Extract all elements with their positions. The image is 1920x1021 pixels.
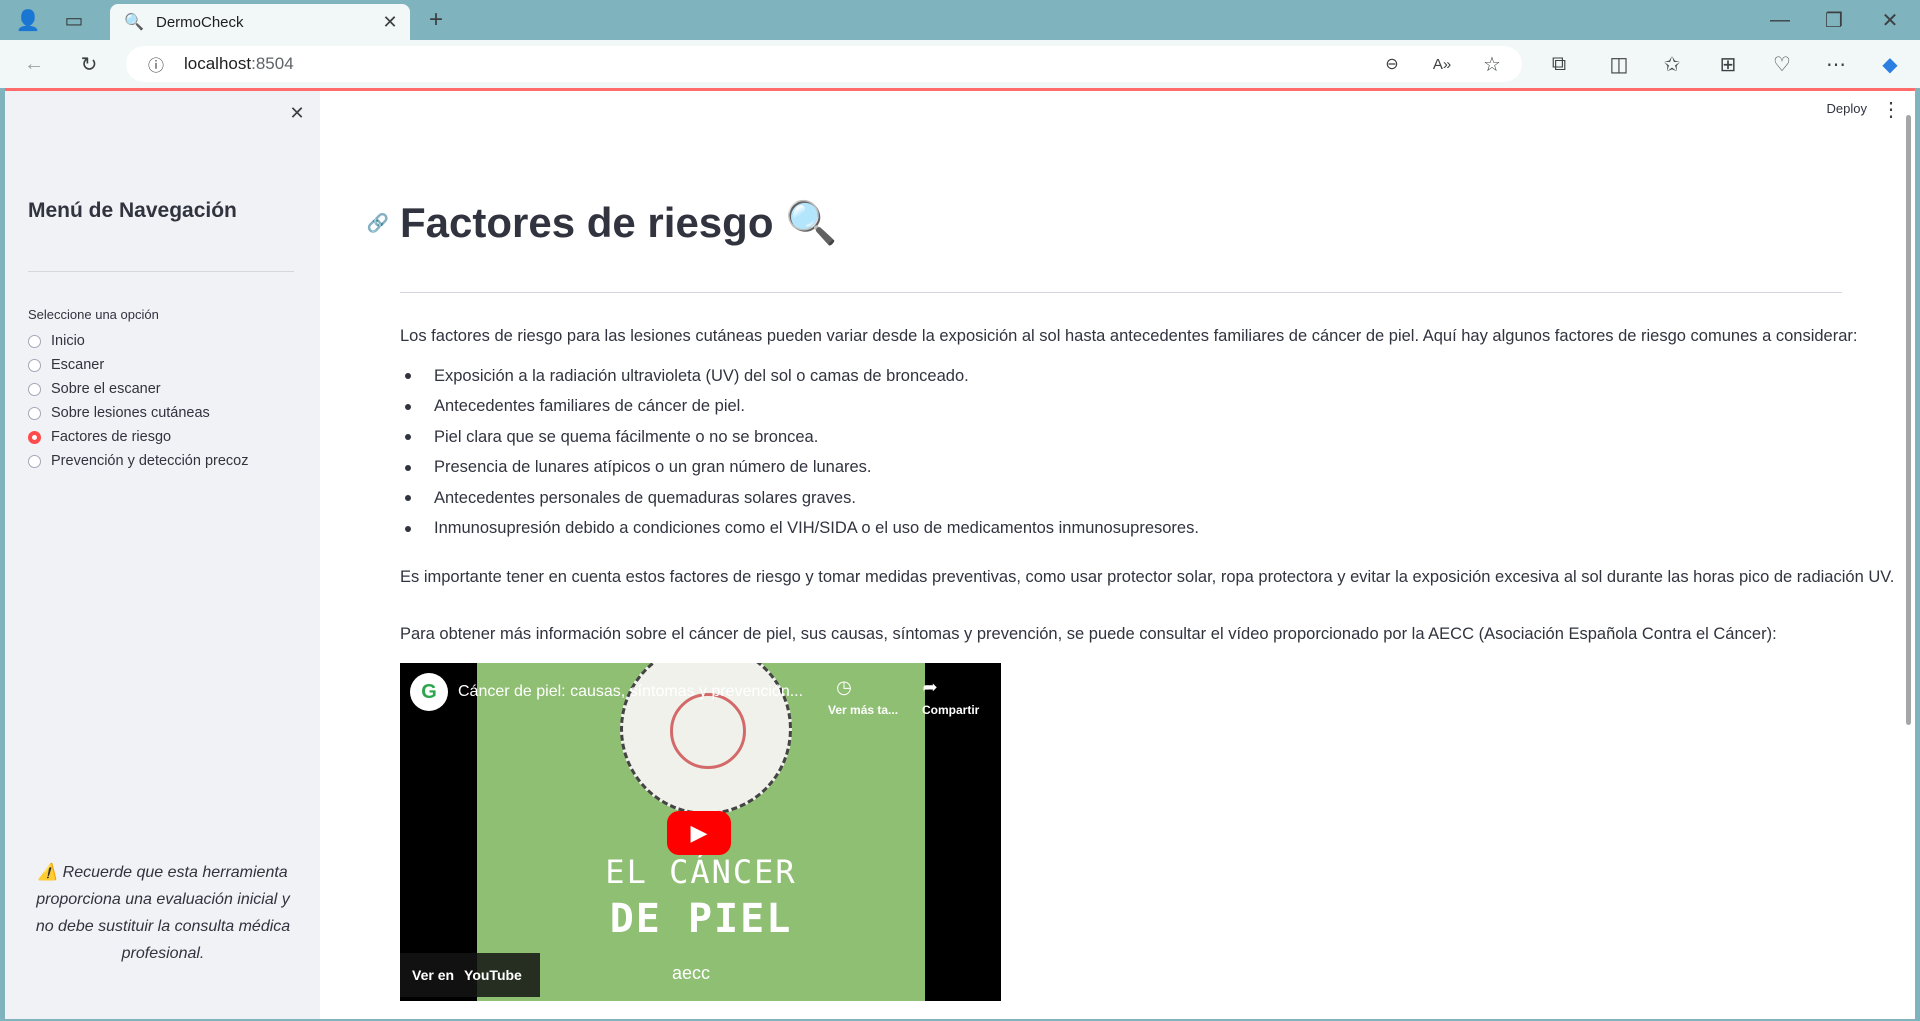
thumbnail-text-1: EL CÁNCER bbox=[605, 853, 797, 891]
radio-button[interactable] bbox=[28, 454, 41, 468]
watch-on-label: Ver en bbox=[412, 967, 455, 983]
restore-icon[interactable]: ❐ bbox=[1818, 4, 1850, 36]
radio-label: Sobre lesiones cutáneas bbox=[51, 405, 210, 421]
minimize-icon[interactable]: — bbox=[1764, 4, 1796, 36]
back-icon[interactable]: ← bbox=[18, 48, 50, 80]
radio-label: Sobre el escaner bbox=[51, 381, 161, 397]
radio-option-prevencion[interactable]: Prevención y detección precoz bbox=[28, 453, 248, 469]
virus-illustration bbox=[670, 693, 746, 769]
intro-paragraph: Los factores de riesgo para las lesiones… bbox=[400, 327, 1858, 345]
collections-icon[interactable]: ⊞ bbox=[1712, 48, 1744, 80]
browser-tab[interactable]: 🔍 DermoCheck ✕ bbox=[110, 4, 410, 40]
radio-group-label: Seleccione una opción bbox=[28, 307, 159, 322]
youtube-logo: YouTube bbox=[464, 967, 522, 983]
zoom-icon[interactable]: ⊖ bbox=[1376, 48, 1408, 80]
copilot-icon[interactable]: ◆ bbox=[1874, 48, 1906, 80]
radio-label: Prevención y detección precoz bbox=[51, 453, 249, 469]
title-divider bbox=[400, 292, 1842, 293]
app-menu-icon[interactable]: ⋮ bbox=[1875, 93, 1907, 125]
radio-button-selected[interactable] bbox=[28, 430, 41, 444]
url-port: :8504 bbox=[251, 54, 294, 73]
disclaimer-note: ⚠️ Recuerde que esta herramienta proporc… bbox=[35, 864, 291, 962]
list-item-text: Presencia de lunares atípicos o un gran … bbox=[434, 458, 872, 477]
radio-option-sobre-lesiones[interactable]: Sobre lesiones cutáneas bbox=[28, 405, 210, 421]
radio-button[interactable] bbox=[28, 406, 41, 420]
list-item: Presencia de lunares atípicos o un gran … bbox=[400, 453, 1199, 484]
radio-label: Factores de riesgo bbox=[51, 429, 172, 445]
radio-option-inicio[interactable]: Inicio bbox=[28, 333, 85, 349]
page-title: Factores de riesgo 🔍 bbox=[400, 199, 838, 246]
search-icon: 🔍 bbox=[124, 14, 144, 31]
list-item: Antecedentes personales de quemaduras so… bbox=[400, 483, 1199, 514]
anchor-link-icon[interactable]: 🔗 bbox=[362, 208, 394, 240]
favorite-star-icon[interactable]: ☆ bbox=[1476, 48, 1508, 80]
list-item-text: Piel clara que se quema fácilmente o no … bbox=[434, 427, 819, 446]
radio-option-sobre-el-escaner[interactable]: Sobre el escaner bbox=[28, 381, 161, 397]
watch-later-label[interactable]: Ver más ta... bbox=[828, 703, 898, 717]
list-item-text: Antecedentes personales de quemaduras so… bbox=[434, 488, 856, 507]
aecc-logo-text: aecc bbox=[672, 963, 711, 983]
video-title[interactable]: Cáncer de piel: causas, síntomas y preve… bbox=[458, 683, 803, 701]
tab-title: DermoCheck bbox=[156, 13, 244, 31]
clock-icon[interactable]: ◷ bbox=[828, 671, 860, 703]
sidebar-title: Menú de Navegación bbox=[28, 199, 237, 222]
favorites-icon[interactable]: ✩ bbox=[1656, 48, 1688, 80]
close-tab-icon[interactable]: ✕ bbox=[374, 6, 406, 38]
youtube-video-embed[interactable]: EL CÁNCER DE PIEL aecc G Cáncer de piel:… bbox=[400, 663, 1001, 1001]
list-item-text: Inmunosupresión debido a condiciones com… bbox=[434, 519, 1199, 538]
channel-avatar[interactable]: G bbox=[410, 673, 448, 711]
play-button[interactable]: ▶ bbox=[667, 811, 731, 855]
video-intro-paragraph: Para obtener más información sobre el cá… bbox=[400, 625, 1777, 643]
list-item-text: Exposición a la radiación ultravioleta (… bbox=[434, 366, 969, 385]
share-label[interactable]: Compartir bbox=[922, 703, 979, 717]
close-window-icon[interactable]: ✕ bbox=[1874, 4, 1906, 36]
radio-label: Inicio bbox=[51, 333, 85, 349]
radio-label: Escaner bbox=[51, 357, 105, 373]
radio-button[interactable] bbox=[28, 358, 41, 372]
radio-button[interactable] bbox=[28, 334, 41, 348]
profile-icon[interactable]: 👤 bbox=[12, 4, 44, 36]
sidebar-divider bbox=[28, 271, 294, 272]
page-heading: 🔗 Factores de riesgo 🔍 bbox=[362, 199, 838, 248]
browser-toolbar: ← ↻ ⓘ localhost:8504 ⊖ A» ☆ ⧉ ◫ ✩ ⊞ ♡ ⋯ … bbox=[0, 40, 1920, 88]
read-aloud-icon[interactable]: A» bbox=[1426, 48, 1458, 80]
close-sidebar-icon[interactable]: ✕ bbox=[281, 97, 313, 129]
tab-actions-icon[interactable]: ▭ bbox=[58, 4, 90, 36]
url-host: localhost bbox=[184, 54, 252, 73]
radio-button[interactable] bbox=[28, 382, 41, 396]
radio-option-escaner[interactable]: Escaner bbox=[28, 357, 104, 373]
play-icon: ▶ bbox=[690, 820, 708, 845]
list-item: Antecedentes familiares de cáncer de pie… bbox=[400, 392, 1199, 423]
share-icon[interactable]: ➦ bbox=[914, 671, 946, 703]
url-text: localhost:8504 bbox=[184, 54, 294, 74]
browser-titlebar: 👤 ▭ 🔍 DermoCheck ✕ + — ❐ ✕ bbox=[0, 0, 1920, 40]
prevention-paragraph: Es importante tener en cuenta estos fact… bbox=[400, 568, 1895, 586]
deploy-button[interactable]: Deploy bbox=[1827, 101, 1867, 116]
site-info-icon[interactable]: ⓘ bbox=[140, 48, 172, 80]
list-item: Piel clara que se quema fácilmente o no … bbox=[400, 422, 1199, 453]
new-tab-icon[interactable]: + bbox=[420, 4, 452, 36]
radio-option-factores-de-riesgo[interactable]: Factores de riesgo bbox=[28, 429, 171, 445]
refresh-icon[interactable]: ↻ bbox=[73, 48, 105, 80]
more-menu-icon[interactable]: ⋯ bbox=[1820, 48, 1852, 80]
health-icon[interactable]: ♡ bbox=[1766, 48, 1798, 80]
risk-factor-list: Exposición a la radiación ultravioleta (… bbox=[400, 361, 1199, 544]
list-item: Exposición a la radiación ultravioleta (… bbox=[400, 361, 1199, 392]
address-bar[interactable]: ⓘ localhost:8504 ⊖ A» ☆ bbox=[126, 46, 1522, 82]
main-content: Deploy ⋮ 🔗 Factores de riesgo 🔍 Los fact… bbox=[320, 91, 1915, 1019]
split-screen-icon[interactable]: ◫ bbox=[1603, 48, 1635, 80]
page-viewport: ✕ Menú de Navegación Seleccione una opci… bbox=[5, 88, 1915, 1019]
extensions-icon[interactable]: ⧉ bbox=[1543, 48, 1575, 80]
page-scrollbar[interactable] bbox=[1906, 115, 1911, 725]
list-item-text: Antecedentes familiares de cáncer de pie… bbox=[434, 397, 745, 416]
watch-on-youtube[interactable]: Ver en YouTube bbox=[400, 953, 540, 997]
list-item: Inmunosupresión debido a condiciones com… bbox=[400, 514, 1199, 545]
thumbnail-text-2: DE PIEL bbox=[609, 896, 793, 942]
sidebar: ✕ Menú de Navegación Seleccione una opci… bbox=[5, 91, 320, 1019]
